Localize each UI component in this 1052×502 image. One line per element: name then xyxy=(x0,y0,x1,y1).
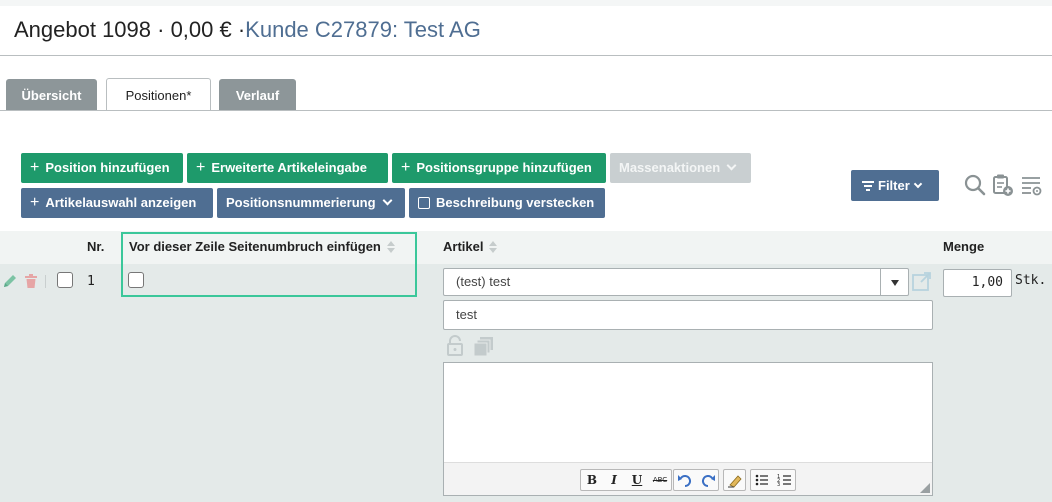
tab-overview[interactable]: Übersicht xyxy=(6,79,97,111)
eraser-icon[interactable] xyxy=(724,470,746,490)
unlock-icon[interactable] xyxy=(446,335,464,357)
editor-toolbar: B I U ABC 1 2 3 xyxy=(444,462,932,495)
plus-icon: + xyxy=(401,159,411,176)
description-editor[interactable]: B I U ABC 1 2 3 xyxy=(443,362,933,496)
mass-actions-dropdown[interactable]: Massenaktionen xyxy=(610,153,751,183)
list-button-group: 1 2 3 xyxy=(750,469,796,491)
column-settings-icon[interactable] xyxy=(1020,173,1044,197)
tab-history[interactable]: Verlauf xyxy=(219,79,296,111)
column-header-nr: Nr. xyxy=(87,239,105,254)
plus-icon: + xyxy=(30,194,40,211)
plus-icon: + xyxy=(196,159,206,176)
filter-button[interactable]: Filter xyxy=(851,170,939,201)
history-button-group xyxy=(673,469,719,491)
undo-icon[interactable] xyxy=(674,470,696,490)
filter-icon xyxy=(862,181,874,191)
row-select-checkbox[interactable] xyxy=(57,272,73,288)
extended-article-input-button[interactable]: + Erweiterte Artikeleingabe xyxy=(187,153,388,183)
delete-trash-icon[interactable] xyxy=(24,273,38,289)
show-article-selection-button[interactable]: + Artikelauswahl anzeigen xyxy=(21,188,213,218)
position-numbering-dropdown[interactable]: Positionsnummerierung xyxy=(217,188,405,218)
customer-link[interactable]: Kunde C27879: Test AG xyxy=(245,17,481,42)
page-title: Angebot 1098 · 0,00 € ·Kunde C27879: Tes… xyxy=(14,17,481,43)
copy-icon[interactable] xyxy=(473,335,495,357)
dropdown-arrow-icon[interactable] xyxy=(880,269,908,295)
tab-positions[interactable]: Positionen* xyxy=(106,78,211,111)
hide-description-button[interactable]: Beschreibung verstecken xyxy=(409,188,605,218)
action-divider xyxy=(45,275,46,288)
page-break-column-highlight xyxy=(121,232,417,297)
quantity-input[interactable]: 1,00 xyxy=(943,269,1012,297)
clear-format-button-group xyxy=(723,469,746,491)
italic-icon[interactable]: I xyxy=(603,470,625,490)
clipboard-add-icon[interactable] xyxy=(992,173,1014,197)
open-external-icon[interactable] xyxy=(911,271,933,293)
format-button-group: B I U ABC xyxy=(580,469,672,491)
header-divider xyxy=(0,55,1052,56)
chevron-down-icon xyxy=(726,160,737,171)
row-number: 1 xyxy=(87,274,95,289)
chevron-down-icon xyxy=(913,179,923,189)
numbered-list-icon[interactable]: 1 2 3 xyxy=(774,470,796,490)
redo-icon[interactable] xyxy=(697,470,719,490)
article-name-input[interactable]: test xyxy=(443,300,933,330)
chevron-down-icon xyxy=(382,195,392,206)
sort-icon xyxy=(489,241,498,253)
bold-icon[interactable]: B xyxy=(581,470,603,490)
underline-icon[interactable]: U xyxy=(626,470,648,490)
top-strip xyxy=(0,0,1052,6)
add-position-group-button[interactable]: + Positionsgruppe hinzufügen xyxy=(392,153,606,183)
add-position-button[interactable]: + Position hinzufügen xyxy=(21,153,183,183)
svg-text:3: 3 xyxy=(777,482,780,488)
article-select[interactable]: (test) test xyxy=(443,268,909,296)
unit-label: Stk. xyxy=(1015,273,1047,288)
plus-icon: + xyxy=(30,159,40,176)
column-header-article[interactable]: Artikel xyxy=(443,239,498,254)
checkbox-icon xyxy=(418,197,430,209)
column-header-quantity: Menge xyxy=(943,239,985,254)
tab-divider xyxy=(0,110,1052,111)
page-break-checkbox[interactable] xyxy=(128,272,144,288)
resize-handle-icon[interactable] xyxy=(920,483,930,493)
title-text: Angebot 1098 · 0,00 € · xyxy=(14,17,246,42)
search-icon[interactable] xyxy=(964,173,986,197)
bullet-list-icon[interactable] xyxy=(751,470,773,490)
edit-pencil-icon[interactable] xyxy=(2,273,18,289)
strikethrough-icon[interactable]: ABC xyxy=(649,470,671,490)
